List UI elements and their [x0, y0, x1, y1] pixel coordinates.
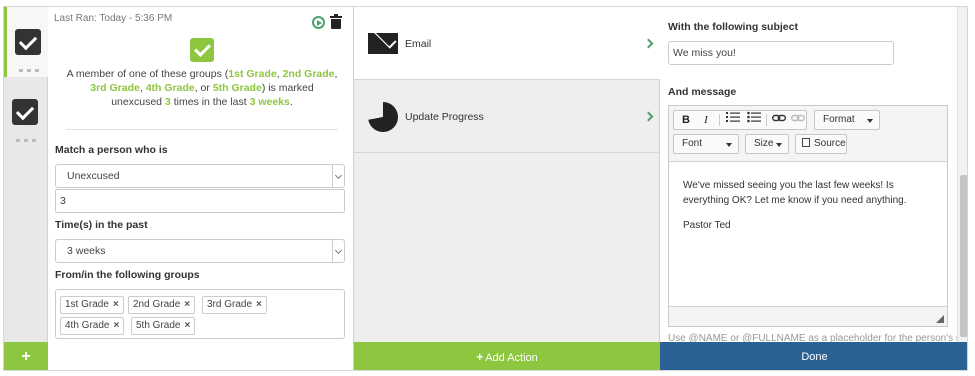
message-paragraph: We've missed seeing you the last few wee… — [683, 180, 907, 206]
trigger-summary: A member of one of these groups (1st Gra… — [66, 68, 338, 108]
remove-tag-icon[interactable]: × — [113, 299, 119, 310]
rich-text-editor: B I Format Font Size Source We've missed… — [668, 105, 948, 327]
source-button[interactable]: Source — [795, 134, 847, 154]
chevron-down-icon — [332, 165, 344, 187]
last-ran-text: Last Ran: Today - 5:36 PM — [54, 13, 173, 24]
times-label: Time(s) in the past — [55, 219, 148, 231]
email-editor-panel: With the following subject We miss you! … — [660, 7, 967, 370]
trigger-rail — [4, 7, 48, 342]
caret-down-icon — [867, 119, 873, 123]
toolbar-separator — [719, 114, 720, 126]
action-item-update-progress[interactable]: Update Progress — [354, 80, 660, 153]
chevron-right-icon — [643, 111, 654, 122]
chevron-right-icon — [643, 38, 654, 49]
drag-handle-icon[interactable] — [19, 69, 39, 72]
pie-chart-icon — [368, 102, 398, 132]
action-label: Email — [405, 38, 432, 50]
format-dropdown[interactable]: Format — [814, 110, 880, 130]
scrollbar-thumb[interactable] — [960, 175, 967, 337]
group-tag: 1st Grade × — [60, 296, 124, 314]
source-icon — [802, 138, 810, 147]
chevron-down-icon — [332, 240, 344, 262]
groups-tag-input[interactable]: 1st Grade × 2nd Grade × 3rd Grade × 4th Gra… — [55, 289, 345, 339]
message-label: And message — [668, 86, 737, 98]
link-icon[interactable] — [769, 111, 789, 129]
bold-button[interactable]: B — [676, 111, 696, 129]
checkbox-icon — [15, 29, 41, 55]
formatting-toolbar: B I — [673, 110, 807, 130]
envelope-icon — [368, 33, 398, 54]
numbered-list-icon[interactable] — [723, 111, 743, 129]
group-tag: 2nd Grade × — [128, 296, 196, 314]
font-dropdown[interactable]: Font — [673, 134, 739, 154]
rail-item-trigger-1[interactable] — [4, 7, 48, 77]
trigger-panel: Last Ran: Today - 5:36 PM A member of on… — [48, 7, 354, 370]
caret-down-icon — [726, 143, 732, 147]
remove-tag-icon[interactable]: × — [184, 320, 190, 331]
add-trigger-button[interactable]: + — [4, 342, 48, 370]
add-action-button[interactable]: + Add Action — [354, 342, 660, 370]
actions-panel: Email Update Progress + Add Action — [354, 7, 660, 370]
workflow-editor: + Last Ran: Today - 5:36 PM A member of … — [3, 6, 968, 371]
remove-tag-icon[interactable]: × — [184, 299, 190, 310]
unlink-icon[interactable] — [788, 111, 808, 129]
subject-input[interactable]: We miss you! — [668, 41, 894, 65]
subject-label: With the following subject — [668, 21, 798, 33]
bullet-list-icon[interactable] — [744, 111, 764, 129]
message-body[interactable]: We've missed seeing you the last few wee… — [669, 161, 947, 307]
trigger-check-icon — [190, 38, 214, 62]
remove-tag-icon[interactable]: × — [256, 299, 262, 310]
scrollbar[interactable] — [957, 7, 967, 342]
italic-button[interactable]: I — [696, 111, 716, 129]
divider — [66, 129, 338, 130]
remove-tag-icon[interactable]: × — [113, 320, 119, 331]
time-period-select[interactable]: 3 weeks — [55, 239, 345, 263]
match-label: Match a person who is — [55, 144, 168, 156]
done-button[interactable]: Done — [660, 342, 967, 370]
delete-icon[interactable] — [330, 14, 342, 29]
count-input[interactable]: 3 — [55, 189, 345, 213]
run-now-icon[interactable] — [312, 16, 325, 29]
message-paragraph: Pastor Ted — [683, 220, 731, 231]
caret-down-icon — [776, 143, 782, 147]
drag-handle-icon[interactable] — [16, 139, 36, 142]
rail-item-trigger-2[interactable] — [4, 77, 48, 147]
group-tag: 3rd Grade × — [202, 296, 267, 314]
toolbar-separator — [766, 114, 767, 126]
group-tag: 4th Grade × — [60, 317, 125, 335]
action-item-email[interactable]: Email — [354, 7, 660, 80]
action-label: Update Progress — [405, 111, 484, 123]
group-tag: 5th Grade × — [131, 317, 196, 335]
time-period-value: 3 weeks — [67, 245, 106, 257]
resize-handle-icon[interactable] — [936, 315, 944, 323]
match-status-select[interactable]: Unexcused — [55, 164, 345, 188]
checkbox-icon — [12, 99, 38, 125]
match-status-value: Unexcused — [67, 170, 120, 182]
size-dropdown[interactable]: Size — [745, 134, 789, 154]
groups-label: From/in the following groups — [55, 269, 200, 281]
